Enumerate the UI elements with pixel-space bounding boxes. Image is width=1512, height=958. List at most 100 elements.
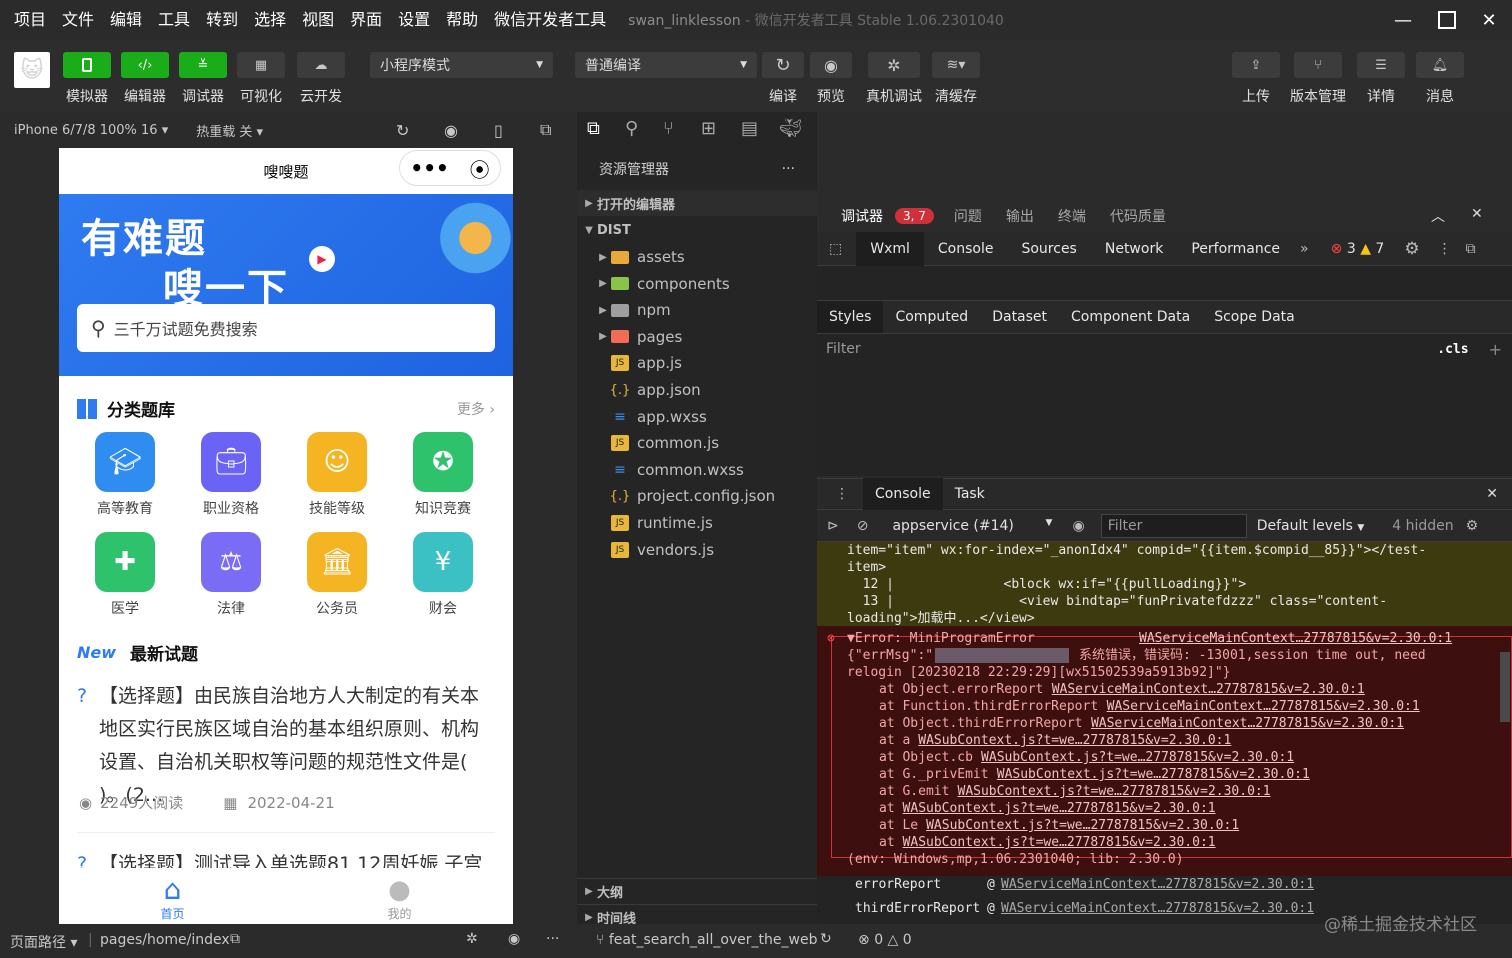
tab-home[interactable]: ⌂ 首页 xyxy=(59,868,286,924)
stack-frame-link[interactable]: WAServiceMainContext…27787815&v=2.30.0:1 xyxy=(1107,698,1420,715)
more-dots-icon[interactable]: ••• xyxy=(410,156,448,180)
clear-cache-button[interactable]: ≋▾ xyxy=(932,52,980,78)
menu-item[interactable]: 选择 xyxy=(246,0,294,40)
bug-icon[interactable]: ✲ xyxy=(466,931,478,947)
call-trail-link[interactable]: WAServiceMainContext…27787815&v=2.30.0:1 xyxy=(1001,876,1314,893)
menu-item[interactable]: 文件 xyxy=(54,0,102,40)
cls-toggle[interactable]: .cls xyxy=(1437,342,1468,357)
stack-frame-link[interactable]: WASubContext.js?t=we…27787815&v=2.30.0:1 xyxy=(903,834,1216,851)
outline-section[interactable]: ▶ 大纲 xyxy=(577,878,817,904)
log-levels-select[interactable]: Default levels ▼ xyxy=(1257,518,1365,534)
close-drawer-icon[interactable]: ✕ xyxy=(1486,486,1498,502)
call-trail-link[interactable]: WAServiceMainContext…27787815&v=2.30.0:1 xyxy=(1001,900,1314,917)
compile-mode-select[interactable]: 普通编译 ▼ xyxy=(575,52,757,78)
page-path-select[interactable]: 页面路径 ▾ xyxy=(10,932,77,952)
console-filter-input[interactable]: Filter xyxy=(1100,513,1247,538)
devtools-tab[interactable]: Performance xyxy=(1177,232,1294,266)
stop-icon[interactable]: ◉ xyxy=(444,121,458,140)
clear-console-icon[interactable]: ⊘ xyxy=(857,518,869,534)
live-expression-eye-icon[interactable]: ◉ xyxy=(1072,518,1084,534)
file-tree-item[interactable]: ▶ npm xyxy=(577,297,817,323)
styles-subtab[interactable]: Styles xyxy=(817,301,884,333)
file-tree-item[interactable]: ▶ pages xyxy=(577,324,817,350)
category-item[interactable]: ⚖ 法律 xyxy=(178,532,284,618)
menu-item[interactable]: 帮助 xyxy=(438,0,486,40)
menu-item[interactable]: 编辑 xyxy=(102,0,150,40)
file-tree-item[interactable]: ▶ components xyxy=(577,271,817,297)
cloud-dev-button[interactable]: ☁ xyxy=(297,52,345,78)
preview-button[interactable]: ◉ xyxy=(810,52,852,78)
devtools-tab[interactable]: Sources xyxy=(1007,232,1090,266)
inspect-element-icon[interactable]: ⬚ xyxy=(829,241,842,257)
docker-icon[interactable]: 🐳︎ xyxy=(779,118,802,139)
category-item[interactable]: 🎓︎ 高等教育 xyxy=(72,432,178,518)
stack-frame-link[interactable]: WASubContext.js?t=we…27787815&v=2.30.0:1 xyxy=(903,800,1216,817)
file-tree-item[interactable]: JS runtime.js xyxy=(577,510,817,536)
category-item[interactable]: ¥ 财会 xyxy=(390,532,496,618)
stack-frame-link[interactable]: WASubContext.js?t=we…27787815&v=2.30.0:1 xyxy=(981,749,1294,766)
remote-debug-button[interactable]: ✲ xyxy=(868,52,920,78)
error-counter[interactable]: ⊗ 3 ▲ 7 xyxy=(1331,241,1385,257)
close-circle-icon[interactable]: ⦿ xyxy=(470,154,490,183)
debug-tab[interactable]: 代码质量 xyxy=(1098,206,1178,226)
files-icon[interactable]: ⧉ xyxy=(587,118,600,139)
menu-item[interactable]: 项目 xyxy=(0,0,54,40)
problems-counter[interactable]: ⊗ 0 △ 0 xyxy=(858,932,912,948)
settings-gear-icon[interactable]: ⚙ xyxy=(1404,239,1419,259)
sidebar-toggle-icon[interactable]: ⊳ xyxy=(827,518,839,534)
popout-icon[interactable]: ⧉ xyxy=(540,120,551,140)
drawer-menu-icon[interactable]: ⋮ xyxy=(835,486,849,502)
debug-tab[interactable]: 终端 xyxy=(1046,206,1098,226)
minimize-button[interactable]: — xyxy=(1380,0,1426,40)
devtools-tab[interactable]: Wxml xyxy=(856,231,924,266)
git-branch[interactable]: ⑂ feat_search_all_over_the_web xyxy=(596,932,817,948)
layout-icon[interactable]: ▤ xyxy=(741,118,758,139)
maximize-button[interactable] xyxy=(1424,0,1470,40)
rotate-icon[interactable]: ↻ xyxy=(396,121,409,140)
stack-frame-link[interactable]: WASubContext.js?t=we…27787815&v=2.30.0:1 xyxy=(997,766,1310,783)
devtools-tab[interactable]: Console xyxy=(924,232,1008,266)
open-editors-section[interactable]: ▶ 打开的编辑器 xyxy=(577,190,817,216)
file-tree-item[interactable]: JS common.js xyxy=(577,430,817,456)
stack-frame-link[interactable]: WASubContext.js?t=we…27787815&v=2.30.0:1 xyxy=(958,783,1271,800)
styles-subtab[interactable]: Scope Data xyxy=(1202,301,1307,333)
editor-toggle-button[interactable]: ‹/› xyxy=(121,52,169,78)
stack-frame-link[interactable]: WASubContext.js?t=we…27787815&v=2.30.0:1 xyxy=(926,817,1239,834)
add-rule-icon[interactable]: + xyxy=(1489,340,1502,359)
details-button[interactable]: ☰ xyxy=(1357,52,1405,78)
styles-filter-input[interactable]: Filter xyxy=(826,341,1437,357)
close-panel-icon[interactable]: ✕ xyxy=(1471,206,1483,222)
upload-button[interactable]: ⇪ xyxy=(1232,52,1280,78)
copy-icon[interactable]: ⧉ xyxy=(230,931,240,947)
file-tree-item[interactable]: JS app.js xyxy=(577,350,817,376)
compile-button[interactable]: ↻ xyxy=(762,52,804,78)
device-icon[interactable]: ▯ xyxy=(494,121,503,140)
menu-item[interactable]: 微信开发者工具 xyxy=(486,0,614,40)
category-item[interactable]: ☺ 技能等级 xyxy=(284,432,390,518)
stack-frame-link[interactable]: WAServiceMainContext…27787815&v=2.30.0:1 xyxy=(1052,681,1365,698)
console-settings-gear-icon[interactable]: ⚙ xyxy=(1466,518,1479,534)
more-dots-icon[interactable]: ··· xyxy=(782,161,795,177)
menu-item[interactable]: 视图 xyxy=(294,0,342,40)
debug-tab[interactable]: 问题 xyxy=(942,206,994,226)
styles-subtab[interactable]: Component Data xyxy=(1059,301,1202,333)
error-source-link[interactable]: WAServiceMainContext…27787815&v=2.30.0:1 xyxy=(1139,630,1452,647)
file-tree-item[interactable]: ▶ assets xyxy=(577,244,817,270)
question-item[interactable]: ? 【选择题】测试导入单选题81 12周妊娠 子宫出 xyxy=(77,848,495,868)
messages-button[interactable]: 🔔︎ xyxy=(1416,52,1464,78)
stack-frame-link[interactable]: WAServiceMainContext…27787815&v=2.30.0:1 xyxy=(1091,715,1404,732)
devtools-tab[interactable]: Network xyxy=(1091,232,1177,266)
category-item[interactable]: 💼︎ 职业资格 xyxy=(178,432,284,518)
device-select[interactable]: iPhone 6/7/8 100% 16 ▾ xyxy=(14,123,168,138)
file-tree-item[interactable]: JS vendors.js xyxy=(577,537,817,563)
visual-toggle-button[interactable]: ▦ xyxy=(237,52,285,78)
mode-select[interactable]: 小程序模式 ▼ xyxy=(370,52,553,78)
category-item[interactable]: 🏛︎ 公务员 xyxy=(284,532,390,618)
avatar[interactable]: 😺 xyxy=(14,52,50,88)
drawer-tab[interactable]: Console xyxy=(863,478,943,510)
more-tabs-icon[interactable]: » xyxy=(1300,241,1309,257)
hot-reload-toggle[interactable]: 热重载 关 ▾ xyxy=(196,121,263,140)
extensions-icon[interactable]: ⊞ xyxy=(701,118,716,139)
stack-frame-link[interactable]: WASubContext.js?t=we…27787815&v=2.30.0:1 xyxy=(918,732,1231,749)
version-button[interactable]: ⑂ xyxy=(1294,52,1342,78)
